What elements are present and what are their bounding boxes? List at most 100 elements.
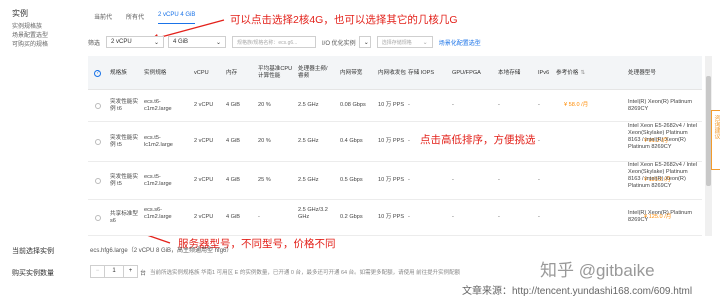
col-pps[interactable]: 内网收发包	[378, 56, 408, 90]
row-radio[interactable]	[95, 139, 101, 145]
cell-bandwidth: 0.4 Gbps	[340, 138, 363, 144]
row-radio[interactable]	[95, 178, 101, 184]
quantity-increment-button[interactable]: +	[123, 266, 137, 277]
cell-cpu-model: Intel(R) Xeon(R) Platinum 8269CY	[628, 99, 693, 112]
annotation-middle: 点击高低排序，方便挑选	[420, 134, 536, 146]
chevron-down-icon: ⌄	[153, 39, 160, 46]
quota-notice: 当前所选实例规格族 华南1 可用区 E 的实例数量，已开通 0 台，最多还可开通…	[150, 270, 461, 276]
storage-select[interactable]: 选择存储规格 ⌄	[376, 36, 433, 48]
cell-gpu: -	[452, 102, 454, 108]
cell-baseline: 20 %	[258, 138, 271, 144]
cell-memory: 4 GiB	[226, 214, 240, 220]
generation-tabs: 当前代 所有代 2 vCPU 4 GiB	[94, 12, 196, 24]
sidebar-item-scenario[interactable]: 场景配置选型	[12, 32, 82, 41]
current-instance-label: 当前选择实例	[12, 248, 54, 255]
cell-vcpu: 2 vCPU	[194, 177, 214, 183]
quantity-value[interactable]: 1	[105, 266, 123, 277]
cell-frequency: 2.5 GHz/3.2 GHz	[298, 207, 328, 220]
col-ipv6: IPv6	[538, 69, 550, 76]
cell-memory: 4 GiB	[226, 138, 240, 144]
cell-price: ¥ 58.0 /月	[564, 102, 589, 108]
table-row[interactable]: 突发性能实例 t5 ecs.t5-c1m2.large 2 vCPU 4 GiB…	[88, 162, 702, 200]
tab-all-gen[interactable]: 所有代	[126, 12, 144, 24]
col-gpu: GPU/FPGA	[452, 69, 481, 76]
cell-iops: -	[408, 214, 410, 220]
memory-select[interactable]: 4 GiB ⌄	[168, 36, 227, 48]
memory-select-value: 4 GiB	[173, 39, 189, 45]
source-watermark: 文章来源：http://tencent.yundashi168.com/609.…	[462, 286, 693, 297]
tab-current-gen[interactable]: 当前代	[94, 12, 112, 24]
cell-frequency: 2.5 GHz	[298, 177, 319, 183]
row-radio[interactable]	[95, 103, 101, 109]
spec-search-input[interactable]: 规格族/规格名称：ecs.g6...	[232, 36, 317, 48]
table-row[interactable]: 突发性能实例 t5 ecs.t5-lc1m2.large 2 vCPU 4 Gi…	[88, 122, 702, 162]
cell-pps: 10 万 PPS	[378, 138, 405, 144]
cell-family: 共享标准型 s6	[110, 211, 138, 224]
col-price[interactable]: 参考价格 ⇅	[556, 56, 588, 90]
cell-frequency: 2.5 GHz	[298, 138, 319, 144]
scenario-selection-link[interactable]: 场景化配置选型	[439, 38, 481, 47]
feedback-text: 咨询建议	[713, 115, 719, 139]
cell-vcpu: 2 vCPU	[194, 214, 214, 220]
col-local-storage: 本地存储	[498, 69, 521, 76]
sidebar: 实例 实例规格族 场景配置选型 可购买的规格	[12, 8, 82, 50]
cell-ipv6: -	[538, 214, 540, 220]
annotation-top: 可以点击选择2核4G，也可以选择其它的几核几G	[230, 14, 458, 26]
col-family: 规格族	[110, 69, 127, 76]
col-price-label: 参考价格	[556, 69, 579, 76]
cell-family: 突发性能实例 t6	[110, 99, 138, 112]
quantity-stepper[interactable]: − 1 +	[90, 265, 138, 278]
quantity-decrement-button[interactable]: −	[91, 266, 105, 277]
col-frequency: 处理器主频/睿频	[298, 66, 328, 79]
cell-bandwidth: 0.2 Gbps	[340, 214, 363, 220]
cell-bandwidth: 0.08 Gbps	[340, 102, 366, 108]
cell-baseline: -	[258, 214, 260, 220]
cell-spec: ecs.t5-c1m2.large	[144, 174, 172, 187]
chevron-down-icon: ⌄	[215, 39, 222, 46]
row-radio[interactable]	[95, 215, 101, 221]
col-bandwidth[interactable]: 内网带宽	[340, 56, 370, 90]
current-instance-value: ecs.hfg6.large（2 vCPU 8 GiB，高主频通用型 hfg6）	[90, 248, 233, 254]
cell-iops: -	[408, 177, 410, 183]
filter-row: 筛选 2 vCPU ⌄ 4 GiB ⌄ 规格族/规格名称：ecs.g6... I…	[88, 36, 481, 48]
col-iops: 存储 IOPS	[408, 69, 435, 76]
cell-local-storage: -	[498, 177, 500, 183]
spec-search-placeholder: 规格族/规格名称：ecs.g6...	[237, 39, 298, 46]
io-optimized-select[interactable]: ⌄	[358, 36, 371, 48]
sort-icon[interactable]: ⇅	[580, 70, 585, 77]
cell-gpu: -	[452, 177, 454, 183]
cell-baseline: 25 %	[258, 177, 271, 183]
cell-ipv6: -	[538, 138, 540, 144]
quantity-label: 购买实例数量	[12, 270, 54, 277]
cell-pps: 10 万 PPS	[378, 214, 405, 220]
cell-local-storage: -	[498, 214, 500, 220]
chevron-down-icon: ⌄	[422, 39, 428, 46]
sidebar-item-purchasable[interactable]: 可购买的规格	[12, 41, 82, 50]
quantity-unit: 台	[140, 271, 147, 277]
col-memory[interactable]: 内存	[226, 56, 248, 90]
cell-memory: 4 GiB	[226, 102, 240, 108]
cell-ipv6: -	[538, 177, 540, 183]
help-icon[interactable]: ?	[94, 56, 101, 90]
cell-family: 突发性能实例 t5	[110, 174, 138, 187]
col-vcpu[interactable]: vCPU	[194, 56, 218, 90]
col-spec: 实例规格	[144, 69, 167, 76]
sidebar-item-families[interactable]: 实例规格族	[12, 23, 82, 32]
cell-local-storage: -	[498, 102, 500, 108]
cell-bandwidth: 0.5 Gbps	[340, 177, 363, 183]
tab-2vcpu-4gib[interactable]: 2 vCPU 4 GiB	[158, 12, 196, 24]
feedback-tab[interactable]: 咨询建议	[711, 110, 720, 170]
cell-iops: -	[408, 102, 410, 108]
cell-frequency: 2.5 GHz	[298, 102, 319, 108]
cell-ipv6: -	[538, 102, 540, 108]
cell-family: 突发性能实例 t5	[110, 135, 138, 148]
cell-cpu-model: Intel(R) Xeon(R) Platinum 8269CY	[628, 210, 693, 223]
table-row[interactable]: 共享标准型 s6 ecs.s6-c1m2.large 2 vCPU 4 GiB …	[88, 200, 702, 236]
table-row[interactable]: 突发性能实例 t6 ecs.t6-c1m2.large 2 vCPU 4 GiB…	[88, 90, 702, 122]
table-header: ? 规格族 实例规格 vCPU 内存 平均基准CPU计算性能 处理器主频/睿频 …	[88, 56, 702, 90]
cell-cpu-model: Intel Xeon E5-2682v4 / Intel Xeon(Skylak…	[628, 162, 698, 189]
vcpu-select-value: 2 vCPU	[111, 39, 132, 45]
cell-iops: -	[408, 138, 410, 144]
cell-pps: 10 万 PPS	[378, 102, 405, 108]
vcpu-select[interactable]: 2 vCPU ⌄	[106, 36, 165, 48]
